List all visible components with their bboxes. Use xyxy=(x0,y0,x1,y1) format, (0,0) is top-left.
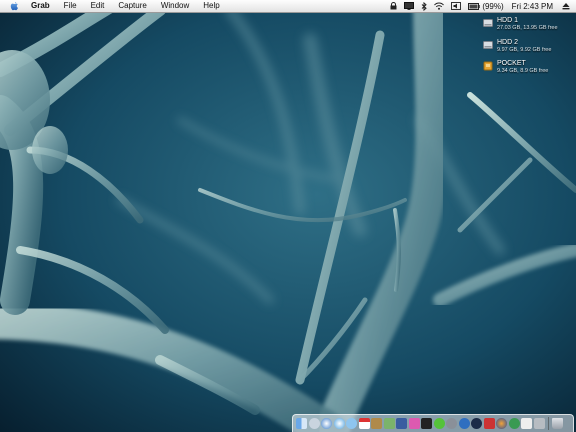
photoshop-icon[interactable] xyxy=(396,418,407,429)
eject-icon[interactable] xyxy=(562,0,570,12)
drive-name: HDD 1 xyxy=(497,17,519,24)
dashboard-icon[interactable] xyxy=(471,418,482,429)
menu-bar: Grab File Edit Capture Window Help (99%)… xyxy=(0,0,576,13)
firefox-icon[interactable] xyxy=(496,418,507,429)
usb-drive-icon xyxy=(483,61,493,71)
drive-hdd-2[interactable]: HDD 2 9.97 GB, 9.92 GB free xyxy=(483,39,551,54)
menu-edit[interactable]: Edit xyxy=(84,0,112,12)
dock-separator xyxy=(548,417,549,430)
drive-pocket[interactable]: POCKET 9.34 GB, 8.9 GB free xyxy=(483,60,548,75)
address-book-icon[interactable] xyxy=(371,418,382,429)
ical-icon[interactable] xyxy=(358,418,370,429)
hard-drive-icon xyxy=(483,19,493,27)
dock xyxy=(292,414,574,432)
calculator-icon[interactable] xyxy=(408,418,420,429)
terminal-icon[interactable] xyxy=(421,418,432,429)
system-preferences-icon[interactable] xyxy=(446,418,457,429)
menu-clock[interactable]: Fri 2:43 PM xyxy=(512,2,553,11)
flash-icon[interactable] xyxy=(483,418,495,429)
desktop: Grab File Edit Capture Window Help (99%)… xyxy=(0,0,576,432)
drive-name: POCKET xyxy=(497,60,526,67)
drive-info: 9.34 GB, 8.9 GB free xyxy=(497,68,549,74)
apple-menu-icon[interactable] xyxy=(9,1,19,11)
grab-icon[interactable] xyxy=(533,418,545,429)
ichat-icon[interactable] xyxy=(346,418,357,429)
network-icon[interactable] xyxy=(458,418,470,429)
volume-icon[interactable] xyxy=(451,0,462,12)
safari-icon[interactable] xyxy=(321,418,332,429)
trash-icon[interactable] xyxy=(552,418,563,429)
display-icon[interactable] xyxy=(404,0,415,12)
battery-percent[interactable]: (99%) xyxy=(482,0,503,12)
preview-icon[interactable] xyxy=(383,418,395,429)
textedit-icon[interactable] xyxy=(521,418,532,429)
menu-capture[interactable]: Capture xyxy=(111,0,153,12)
battery-icon[interactable] xyxy=(468,0,481,12)
lock-icon[interactable] xyxy=(390,0,397,12)
drive-info: 27.03 GB, 13.95 GB free xyxy=(497,25,558,31)
menu-window[interactable]: Window xyxy=(154,0,196,12)
mail-icon[interactable] xyxy=(308,418,320,429)
menu-help[interactable]: Help xyxy=(196,0,226,12)
drive-info: 9.97 GB, 9.92 GB free xyxy=(497,47,552,53)
menu-extras: (99%) Fri 2:43 PM xyxy=(383,0,576,12)
skype-icon[interactable] xyxy=(433,418,445,429)
finder-icon[interactable] xyxy=(296,418,307,429)
drive-name: HDD 2 xyxy=(497,39,519,46)
menu-app-name[interactable]: Grab xyxy=(24,0,57,12)
messenger-icon[interactable] xyxy=(508,418,520,429)
drive-hdd-1[interactable]: HDD 1 27.03 GB, 13.95 GB free xyxy=(483,17,558,32)
menu-file[interactable]: File xyxy=(57,0,84,12)
itunes-icon[interactable] xyxy=(333,418,345,429)
bluetooth-icon[interactable] xyxy=(421,0,428,12)
hard-drive-icon xyxy=(483,41,493,49)
wifi-icon[interactable] xyxy=(434,0,445,12)
